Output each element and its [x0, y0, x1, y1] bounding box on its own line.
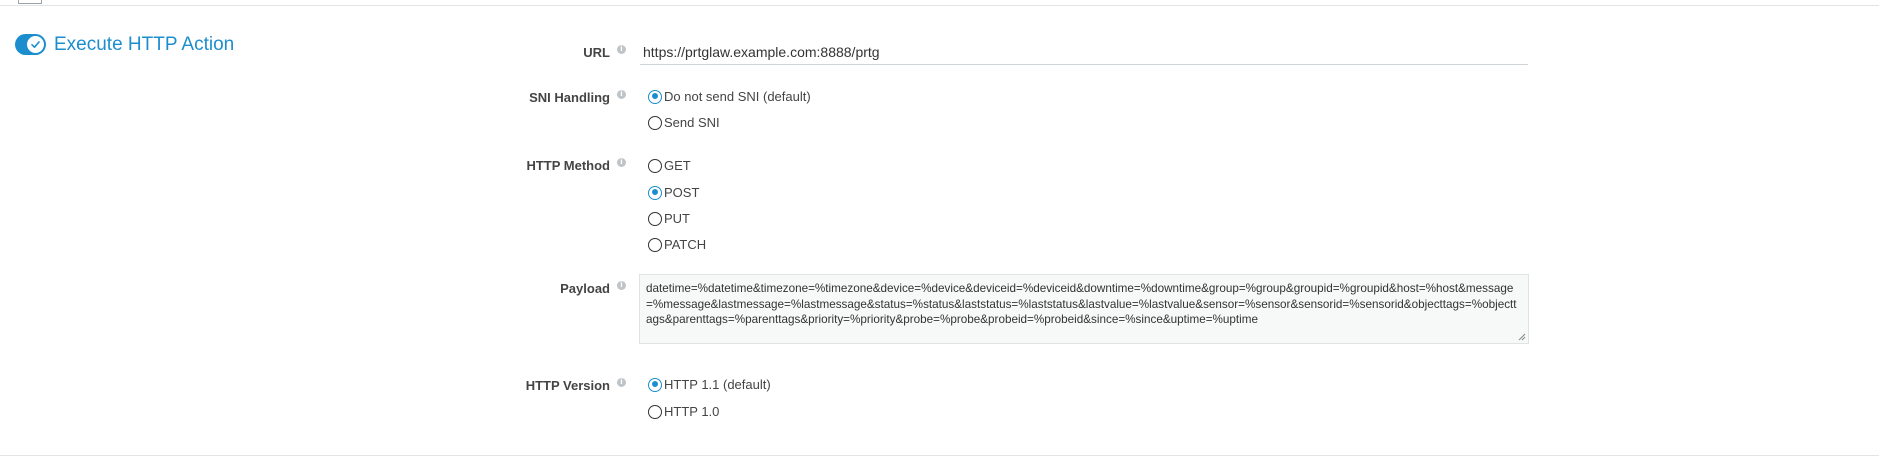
sni-handling-label: SNI Handling	[529, 90, 610, 105]
info-icon[interactable]: i	[617, 378, 626, 387]
execute-http-action-toggle[interactable]	[15, 34, 46, 55]
bottom-divider	[0, 455, 1879, 456]
radio-method-put[interactable]: PUT	[648, 211, 690, 226]
radio-label: PATCH	[664, 237, 707, 252]
payload-label: Payload	[560, 281, 610, 296]
radio-button[interactable]	[648, 158, 662, 173]
top-divider	[0, 5, 1879, 6]
radio-version-1-0[interactable]: HTTP 1.0	[648, 404, 719, 419]
check-icon	[27, 36, 44, 53]
info-icon[interactable]: i	[617, 158, 626, 167]
radio-label: PUT	[664, 211, 690, 226]
radio-button-checked[interactable]	[648, 89, 662, 104]
radio-label: Do not send SNI (default)	[664, 89, 811, 104]
radio-button-checked[interactable]	[648, 185, 662, 200]
radio-button[interactable]	[648, 404, 662, 419]
radio-button[interactable]	[648, 115, 662, 130]
radio-label: HTTP 1.1 (default)	[664, 377, 771, 392]
resize-handle-icon[interactable]	[1518, 333, 1526, 341]
radio-method-patch[interactable]: PATCH	[648, 237, 706, 252]
radio-method-get[interactable]: GET	[648, 158, 691, 173]
radio-version-1-1[interactable]: HTTP 1.1 (default)	[648, 377, 771, 392]
info-icon[interactable]: i	[617, 281, 626, 290]
partial-header-icon	[18, 0, 42, 4]
payload-textarea[interactable]: datetime=%datetime&timezone=%timezone&de…	[639, 274, 1529, 344]
radio-button-checked[interactable]	[648, 377, 662, 392]
radio-label: Send SNI	[664, 115, 720, 130]
radio-label: GET	[664, 158, 691, 173]
section-title: Execute HTTP Action	[54, 34, 235, 55]
radio-method-post[interactable]: POST	[648, 185, 699, 200]
info-icon[interactable]: i	[617, 90, 626, 99]
payload-text: datetime=%datetime&timezone=%timezone&de…	[646, 282, 1517, 326]
url-label: URL	[583, 45, 610, 60]
http-method-label: HTTP Method	[526, 158, 610, 173]
radio-sni-default[interactable]: Do not send SNI (default)	[648, 89, 811, 104]
url-input[interactable]	[640, 40, 1528, 65]
radio-button[interactable]	[648, 237, 662, 252]
info-icon[interactable]: i	[617, 45, 626, 54]
radio-send-sni[interactable]: Send SNI	[648, 115, 720, 130]
radio-button[interactable]	[648, 211, 662, 226]
radio-label: HTTP 1.0	[664, 404, 720, 419]
http-version-label: HTTP Version	[525, 378, 610, 393]
radio-label: POST	[664, 185, 700, 200]
